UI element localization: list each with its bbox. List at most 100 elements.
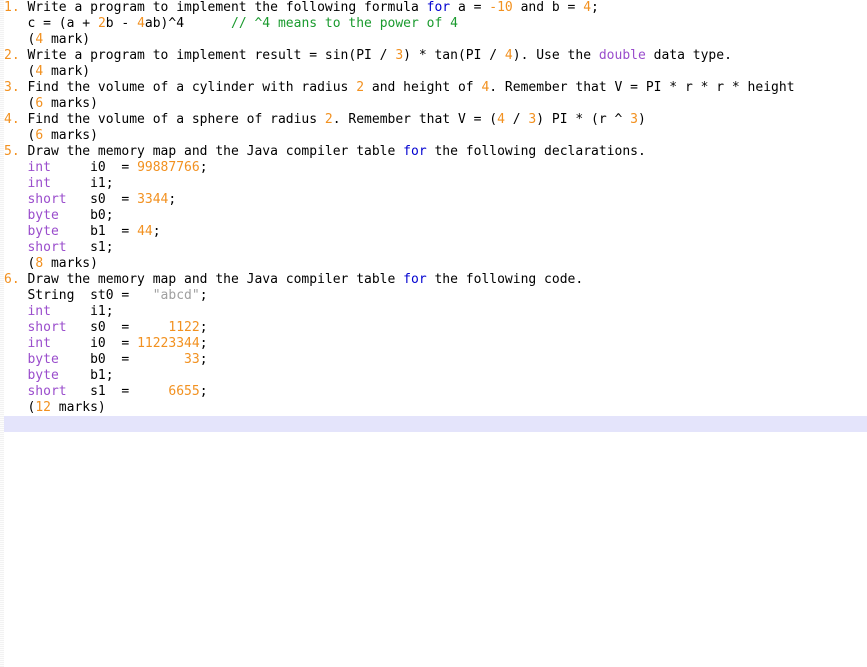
code-token-plain: ). Use the	[513, 48, 599, 63]
code-token-plain: i0 =	[51, 336, 137, 351]
code-token-plain: ) * tan(PI /	[403, 48, 505, 63]
code-token-plain: the following code.	[427, 272, 584, 287]
code-token-plain: Write a program to implement the followi…	[27, 0, 426, 15]
code-line[interactable]: byte b1;	[0, 368, 867, 384]
code-token-plain: s0 =	[67, 320, 169, 335]
code-line[interactable]: byte b0 = 33;	[0, 352, 867, 368]
line-indent	[4, 336, 27, 351]
code-token-plain: and height of	[364, 80, 481, 95]
code-token-plain: mark)	[43, 64, 90, 79]
line-indent	[4, 384, 27, 399]
code-line[interactable]: int i1;	[0, 304, 867, 320]
code-line[interactable]: int i0 = 99887766;	[0, 160, 867, 176]
code-content-area[interactable]: 1. Write a program to implement the foll…	[0, 0, 867, 432]
question-heading-line[interactable]: 4. Find the volume of a sphere of radius…	[0, 112, 867, 128]
code-token-num: 44	[137, 224, 153, 239]
code-token-plain: i0 =	[51, 160, 137, 175]
code-token-num: 4	[583, 0, 591, 15]
code-line[interactable]: c = (a + 2b - 4ab)^4 // ^4 means to the …	[0, 16, 867, 32]
line-indent	[4, 32, 27, 47]
code-token-type: int	[27, 176, 50, 191]
code-token-plain: ;	[153, 224, 161, 239]
code-token-num: 4	[497, 112, 505, 127]
line-indent	[4, 64, 27, 79]
code-token-type: int	[27, 160, 50, 175]
line-indent	[4, 352, 27, 367]
code-line[interactable]: int i0 = 11223344;	[0, 336, 867, 352]
code-token-plain: )	[638, 112, 646, 127]
code-token-plain: i1;	[51, 304, 114, 319]
code-token-type: short	[27, 320, 66, 335]
question-number: 5.	[4, 144, 27, 159]
code-token-str: "abcd"	[153, 288, 200, 303]
code-token-plain: /	[505, 112, 528, 127]
line-indent	[4, 224, 27, 239]
code-token-type: short	[27, 240, 66, 255]
code-line[interactable]: (4 mark)	[0, 64, 867, 80]
code-token-plain: b1 =	[59, 224, 137, 239]
code-token-plain: marks)	[43, 96, 98, 111]
code-line[interactable]: short s0 = 3344;	[0, 192, 867, 208]
code-token-plain: b0 =	[59, 352, 184, 367]
question-heading-line[interactable]: 1. Write a program to implement the foll…	[0, 0, 867, 16]
code-line[interactable]: (4 mark)	[0, 32, 867, 48]
code-editor-view[interactable]: 1. Write a program to implement the foll…	[0, 0, 867, 667]
code-line[interactable]: (6 marks)	[0, 96, 867, 112]
code-token-plain: b -	[106, 16, 137, 31]
line-indent	[4, 304, 27, 319]
code-token-plain: data type.	[646, 48, 732, 63]
code-token-plain: ;	[200, 336, 208, 351]
line-indent	[4, 16, 27, 31]
code-token-type: byte	[27, 352, 58, 367]
code-line[interactable]: byte b0;	[0, 208, 867, 224]
code-token-num: -10	[489, 0, 512, 15]
code-token-plain: s0 =	[67, 192, 137, 207]
code-token-plain: b1;	[59, 368, 114, 383]
code-line[interactable]: (8 marks)	[0, 256, 867, 272]
question-heading-line[interactable]: 2. Write a program to implement result =…	[0, 48, 867, 64]
line-indent	[4, 400, 27, 415]
code-token-num: 2	[98, 16, 106, 31]
code-line[interactable]: short s1 = 6655;	[0, 384, 867, 400]
code-line[interactable]: (12 marks)	[0, 400, 867, 416]
question-number: 2.	[4, 48, 27, 63]
code-token-type: int	[27, 336, 50, 351]
line-indent	[4, 176, 27, 191]
line-indent	[4, 320, 27, 335]
question-number: 1.	[4, 0, 27, 15]
code-token-num: 99887766	[137, 160, 200, 175]
code-line[interactable]: int i1;	[0, 176, 867, 192]
line-indent	[4, 368, 27, 383]
code-token-plain: ;	[200, 352, 208, 367]
current-line-highlight[interactable]	[0, 416, 867, 432]
code-token-plain: ;	[200, 160, 208, 175]
code-token-plain: ;	[168, 192, 176, 207]
code-token-num: 3	[630, 112, 638, 127]
code-token-plain: String	[27, 288, 74, 303]
code-token-num: 4	[505, 48, 513, 63]
code-token-plain: and b =	[513, 0, 583, 15]
code-token-plain: i1;	[51, 176, 114, 191]
code-token-plain: ;	[591, 0, 599, 15]
code-line[interactable]: short s0 = 1122;	[0, 320, 867, 336]
line-indent	[4, 208, 27, 223]
code-token-plain: Draw the memory map and the Java compile…	[27, 144, 403, 159]
question-heading-line[interactable]: 3. Find the volume of a cylinder with ra…	[0, 80, 867, 96]
code-token-plain: a =	[450, 0, 489, 15]
code-line[interactable]: byte b1 = 44;	[0, 224, 867, 240]
code-line[interactable]: String st0 = "abcd";	[0, 288, 867, 304]
code-token-plain: s1 =	[67, 384, 169, 399]
code-token-plain: Write a program to implement result = si…	[27, 48, 395, 63]
question-heading-line[interactable]: 6. Draw the memory map and the Java comp…	[0, 272, 867, 288]
code-token-type: byte	[27, 224, 58, 239]
code-token-cmt: // ^4 means to the power of 4	[231, 16, 458, 31]
code-token-num: 4	[137, 16, 145, 31]
code-line[interactable]: short s1;	[0, 240, 867, 256]
question-heading-line[interactable]: 5. Draw the memory map and the Java comp…	[0, 144, 867, 160]
code-token-num: 6655	[168, 384, 199, 399]
code-token-plain: st0 =	[74, 288, 152, 303]
code-token-plain: marks)	[43, 128, 98, 143]
code-token-plain: b0;	[59, 208, 114, 223]
code-token-kw: for	[403, 144, 426, 159]
code-line[interactable]: (6 marks)	[0, 128, 867, 144]
